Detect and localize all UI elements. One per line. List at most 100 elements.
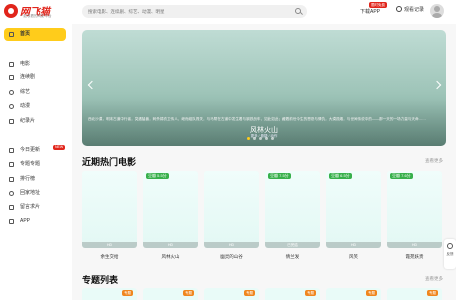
movie-title[interactable]: 风林火山 [143, 254, 198, 260]
quality-tag: HD [143, 242, 198, 248]
feedback-label: 反馈 [446, 252, 454, 256]
download-app-link[interactable]: 下载APP [360, 8, 380, 15]
logo-icon [4, 4, 18, 18]
sidebar-item-home[interactable]: 首页 [4, 28, 66, 41]
avatar[interactable] [430, 4, 444, 18]
topic-icon [9, 162, 14, 167]
carousel-dot[interactable] [265, 137, 268, 140]
topic-badge: 专题 [244, 290, 255, 296]
sidebar-item-app[interactable]: APP [4, 215, 66, 228]
sidebar-item-request[interactable]: 留言求片 [4, 201, 66, 214]
movie-title[interactable]: 幽灵的山谷 [204, 254, 259, 260]
sidebar-item-label: 专题专题 [20, 161, 41, 167]
quality-tag: HD [204, 242, 259, 248]
topic-badge: 专题 [366, 290, 377, 296]
sidebar-item-label: 连续剧 [20, 74, 36, 80]
movie-title[interactable]: 倩兰发 [265, 254, 320, 260]
carousel-dot[interactable] [253, 137, 256, 140]
history-link[interactable]: 观看记录 [396, 6, 424, 13]
sidebar-item-anime[interactable]: 动漫 [4, 100, 66, 113]
anime-icon [9, 104, 14, 109]
movie-poster [204, 171, 259, 248]
search-bar[interactable] [82, 5, 307, 18]
sidebar-item-series[interactable]: 连续剧 [4, 71, 66, 84]
movie-poster [82, 171, 137, 248]
new-badge: NEW [53, 145, 66, 150]
movie-title[interactable]: 余生交给 [82, 254, 137, 260]
topic-card[interactable]: 专题 [82, 288, 137, 300]
sidebar-item-ranking[interactable]: 排行榜 [4, 173, 66, 186]
sidebar-item-label: 电影 [20, 61, 31, 67]
section-title-topics: 专题列表 [82, 275, 119, 285]
film-icon [9, 62, 14, 67]
topic-badge: 专题 [122, 290, 133, 296]
topic-card[interactable]: 专题 [387, 288, 442, 300]
movie-card[interactable]: 豆瓣 6.5分 HD [326, 171, 381, 248]
sidebar-item-movie[interactable]: 电影 [4, 58, 66, 71]
movie-title[interactable]: 风笑 [326, 254, 381, 260]
score-badge: 豆瓣 7.5分 [268, 173, 291, 179]
sidebar-item-documentary[interactable]: 纪录片 [4, 115, 66, 128]
sidebar-item-label: APP [20, 218, 31, 224]
feedback-button[interactable]: 反馈 [444, 239, 456, 269]
score-badge: 豆瓣 5.5分 [146, 173, 169, 179]
movie-card[interactable]: 豆瓣 7.6分 HD [387, 171, 442, 248]
quality-tag: HD [82, 242, 137, 248]
hero-banner[interactable]: 风林火山 更多 / 悬疑 / 动作 [82, 30, 446, 146]
rank-icon [9, 177, 14, 182]
movie-card[interactable]: HD [82, 171, 137, 248]
sidebar: 首页 电影 连续剧 综艺 动漫 纪录片 今日更新 NEW 专题专题 排行榜 回家… [0, 24, 72, 300]
search-icon[interactable] [295, 8, 301, 14]
carousel-dot[interactable] [259, 137, 262, 140]
topic-card[interactable]: 专题 [143, 288, 198, 300]
movie-poster [326, 171, 381, 248]
sidebar-item-label: 今日更新 [20, 147, 41, 153]
banner-description: 西北沙漠，明末古道中行者，突遇猛兽，刺杀锦衣卫传人，继而组队闯关，与马帮在古道中… [88, 117, 426, 121]
top-header: 网飞猫 一起收看的网影平台 限时免费 下载APP 观看记录 [0, 0, 456, 24]
topic-card[interactable]: 专题 [326, 288, 381, 300]
topic-badge: 专题 [183, 290, 194, 296]
banner-prev-arrow[interactable] [88, 80, 94, 90]
clock-icon [396, 6, 402, 12]
movie-poster [387, 171, 442, 248]
topic-badge: 专题 [427, 290, 438, 296]
topic-card[interactable]: 专题 [204, 288, 259, 300]
movie-title[interactable]: 霞苑妖贵 [387, 254, 442, 260]
sidebar-item-label: 动漫 [20, 103, 31, 109]
carousel-dot[interactable] [271, 137, 274, 140]
search-input[interactable] [88, 5, 288, 18]
hot-movies-see-more[interactable]: 查看更多 [425, 158, 443, 164]
score-badge: 豆瓣 6.5分 [329, 173, 352, 179]
carousel-dot[interactable] [247, 137, 250, 140]
carousel-dots [247, 137, 277, 141]
score-badge: 豆瓣 7.6分 [390, 173, 413, 179]
mic-icon [9, 90, 14, 95]
sidebar-item-label: 排行榜 [20, 176, 36, 182]
address-icon [9, 191, 14, 196]
movie-card[interactable]: 豆瓣 7.5分 已完结 [265, 171, 320, 248]
banner-next-arrow[interactable] [434, 80, 440, 90]
history-label: 观看记录 [404, 7, 425, 13]
sidebar-item-address[interactable]: 回家地址 [4, 187, 66, 200]
topic-badge: 专题 [305, 290, 316, 296]
quality-tag: 已完结 [265, 242, 320, 248]
calendar-icon [9, 148, 14, 153]
movie-card[interactable]: 豆瓣 5.5分 HD [143, 171, 198, 248]
section-title-hot-movies: 近期热门电影 [82, 157, 137, 167]
topics-see-more[interactable]: 查看更多 [425, 276, 443, 282]
app-icon [9, 219, 14, 224]
quality-tag: HD [326, 242, 381, 248]
topic-card[interactable]: 专题 [265, 288, 320, 300]
sidebar-item-label: 回家地址 [20, 190, 41, 196]
movie-poster [265, 171, 320, 248]
sidebar-item-label: 首页 [20, 31, 31, 37]
sidebar-item-variety[interactable]: 综艺 [4, 86, 66, 99]
sidebar-item-topics[interactable]: 专题专题 [4, 158, 66, 171]
sidebar-item-label: 纪录片 [20, 118, 36, 124]
movie-card[interactable]: HD [204, 171, 259, 248]
sidebar-item-label: 综艺 [20, 89, 31, 95]
feedback-icon [447, 243, 453, 249]
site-logo[interactable]: 网飞猫 一起收看的网影平台 [4, 3, 64, 21]
quality-tag: HD [387, 242, 442, 248]
home-icon [9, 32, 14, 37]
